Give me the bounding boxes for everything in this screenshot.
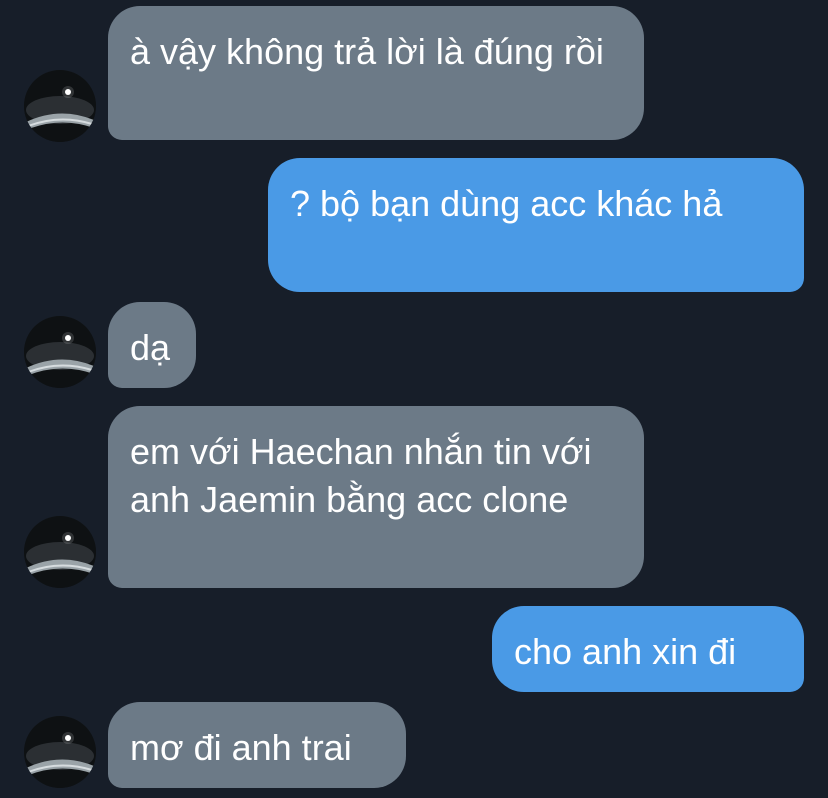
avatar[interactable] xyxy=(24,516,96,588)
avatar-icon xyxy=(24,716,96,788)
message-bubble-incoming[interactable]: à vậy không trả lời là đúng rồi xyxy=(108,6,644,140)
avatar-icon xyxy=(24,70,96,142)
chat-thread: à vậy không trả lời là đúng rồi ? bộ bạn… xyxy=(0,0,828,798)
avatar[interactable] xyxy=(24,316,96,388)
message-text: ? bộ bạn dùng acc khác hả xyxy=(290,183,723,224)
message-bubble-outgoing[interactable]: ? bộ bạn dùng acc khác hả xyxy=(268,158,804,292)
message-bubble-incoming[interactable]: em với Haechan nhắn tin với anh Jaemin b… xyxy=(108,406,644,588)
avatar-icon xyxy=(24,516,96,588)
message-text: à vậy không trả lời là đúng rồi xyxy=(130,31,604,72)
message-text: em với Haechan nhắn tin với anh Jaemin b… xyxy=(130,431,592,520)
avatar[interactable] xyxy=(24,70,96,142)
avatar[interactable] xyxy=(24,716,96,788)
message-text: mơ đi anh trai xyxy=(130,727,352,768)
message-text: cho anh xin đi xyxy=(514,631,737,672)
message-bubble-incoming[interactable]: mơ đi anh trai xyxy=(108,702,406,788)
message-bubble-incoming[interactable]: dạ xyxy=(108,302,196,388)
avatar-icon xyxy=(24,316,96,388)
message-bubble-outgoing[interactable]: cho anh xin đi xyxy=(492,606,804,692)
message-text: dạ xyxy=(130,327,171,368)
